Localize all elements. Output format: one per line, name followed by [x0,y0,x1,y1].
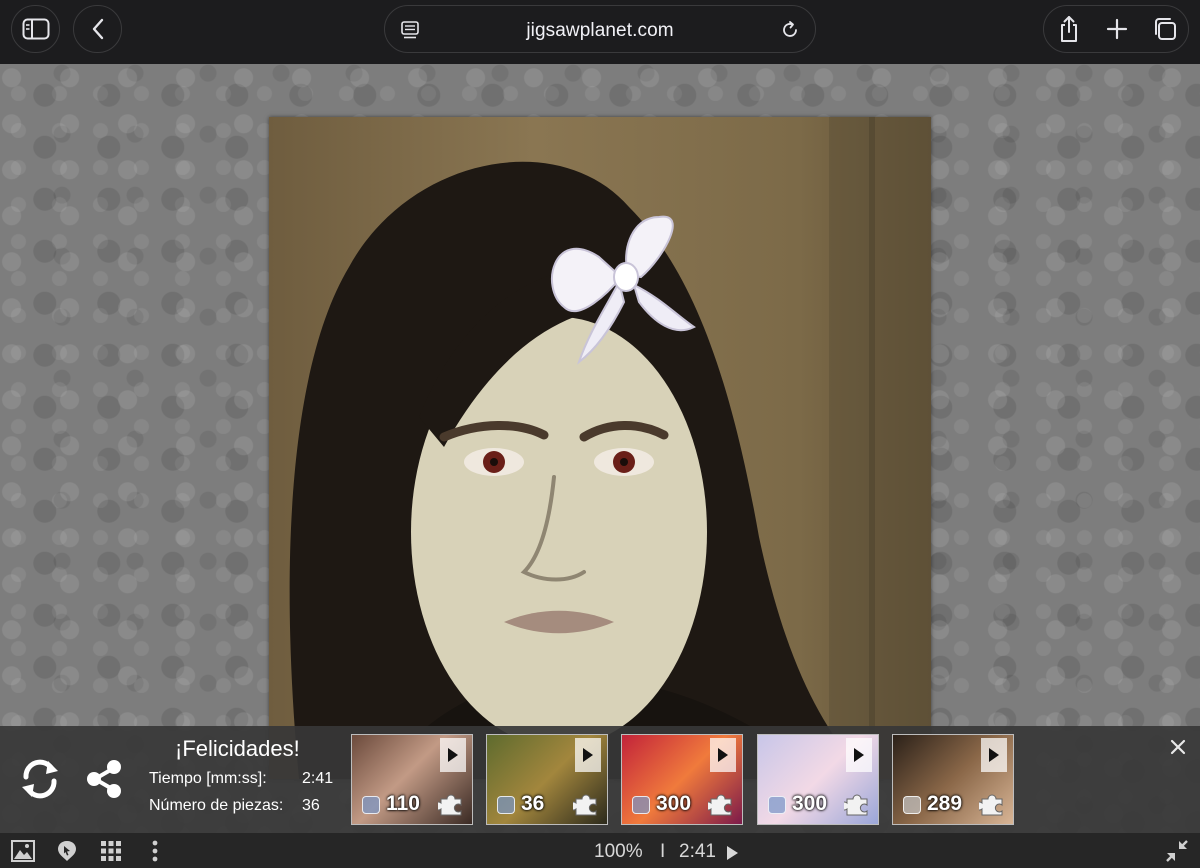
elapsed-time: 2:41 [679,841,716,862]
ghost-image-button[interactable] [55,839,79,863]
arrange-pieces-button[interactable] [99,839,123,863]
congrats-title: ¡Felicidades! [175,736,300,761]
reload-icon[interactable] [780,20,800,40]
suggested-puzzle-5[interactable]: 289 [892,734,1014,825]
puzzle-piece-icon [979,794,1003,816]
play-button[interactable] [846,738,872,772]
completed-puzzle-image [269,117,931,779]
more-vertical-icon [152,840,158,862]
category-icon [903,796,921,814]
share-button[interactable] [1044,6,1093,52]
address-bar[interactable]: jigsawplanet.com [384,5,816,53]
play-icon [718,748,728,762]
time-label: Tiempo [mm:ss]: [149,770,267,787]
play-button[interactable] [981,738,1007,772]
puzzle-status-bar: 100% I 2:41 [0,833,1200,868]
category-icon [632,796,650,814]
status-separator: I [660,841,666,862]
close-panel-button[interactable] [1167,736,1189,758]
tabs-icon [1154,18,1176,40]
puzzle-piece-icon [708,794,732,816]
suggested-puzzle-3[interactable]: 300 [621,734,743,825]
puzzle-piece-icon [844,794,868,816]
cursor-pin-icon [58,841,76,861]
plus-icon [1106,18,1127,40]
refresh-icon [22,759,58,799]
toolbar-actions [1043,5,1189,53]
piece-count: 300 [792,792,828,815]
category-icon [362,796,380,814]
sidebar-button[interactable] [11,5,60,53]
share-nodes-icon [87,760,121,798]
play-icon [854,748,864,762]
close-icon [1170,739,1186,755]
play-icon [448,748,458,762]
timer-play-icon[interactable] [727,846,738,860]
tabs-button[interactable] [1140,6,1189,52]
suggested-puzzle-4[interactable]: 300 [757,734,879,825]
play-icon [989,748,999,762]
exit-fullscreen-button[interactable] [1165,839,1189,863]
play-button[interactable] [710,738,736,772]
puzzle-piece-icon [438,794,462,816]
new-tab-button[interactable] [1092,6,1141,52]
url-text[interactable]: jigsawplanet.com [385,20,815,42]
category-icon [497,796,515,814]
pieces-label: Número de piezas: [149,797,284,814]
piece-count: 110 [386,792,420,815]
restart-button[interactable] [17,756,63,802]
piece-count: 300 [656,792,692,815]
share-icon [1060,16,1077,42]
suggested-puzzle-2[interactable]: 36 [486,734,608,825]
puzzle-canvas[interactable]: ¡Felicidades! Tiempo [mm:ss]: 2:41 Númer… [0,64,1200,868]
play-icon [583,748,593,762]
image-icon [11,840,35,862]
piece-count: 289 [927,792,963,815]
preview-image-button[interactable] [11,839,35,863]
chevron-left-icon [92,18,103,40]
more-options-button[interactable] [143,839,167,863]
grid-icon [101,841,121,861]
category-icon [768,796,786,814]
piece-count: 36 [521,792,545,815]
pieces-value: 36 [302,797,320,814]
zoom-level[interactable]: 100% [594,841,643,863]
collapse-icon [1166,840,1188,862]
suggested-puzzle-1[interactable]: 110 [351,734,473,825]
sidebar-icon [22,18,49,40]
play-button[interactable] [440,738,466,772]
back-button[interactable] [73,5,122,53]
congratulations-panel: ¡Felicidades! Tiempo [mm:ss]: 2:41 Númer… [0,726,1200,833]
puzzle-piece-icon [573,794,597,816]
share-puzzle-button[interactable] [81,756,127,802]
time-value: 2:41 [302,770,334,787]
play-button[interactable] [575,738,601,772]
browser-toolbar: jigsawplanet.com [0,0,1200,64]
